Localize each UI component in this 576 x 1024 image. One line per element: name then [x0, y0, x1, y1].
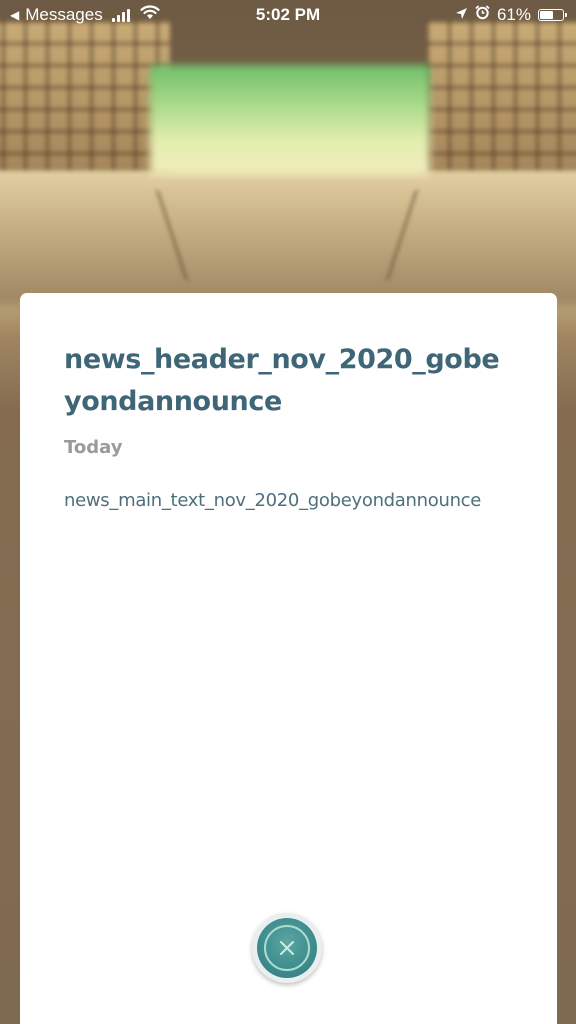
news-title: news_header_nov_2020_gobeyondannounce — [64, 344, 500, 417]
status-bar: ◀ Messages 5:02 PM 61% — [0, 0, 576, 30]
battery-percent: 61% — [496, 5, 531, 24]
background-shoji-left — [0, 20, 170, 170]
background-garden — [150, 65, 430, 175]
background-floor — [0, 165, 576, 305]
news-body-text: news_main_text_nov_2020_gobeyondannounce — [64, 490, 482, 511]
background-shoji-right — [426, 20, 576, 170]
alarm-icon — [475, 5, 490, 25]
news-date: Today — [64, 437, 123, 458]
close-icon — [264, 925, 310, 971]
close-button-face — [257, 918, 317, 978]
battery-level — [540, 11, 553, 19]
battery-icon — [538, 9, 567, 21]
location-icon — [455, 5, 468, 25]
close-button[interactable] — [252, 913, 322, 983]
